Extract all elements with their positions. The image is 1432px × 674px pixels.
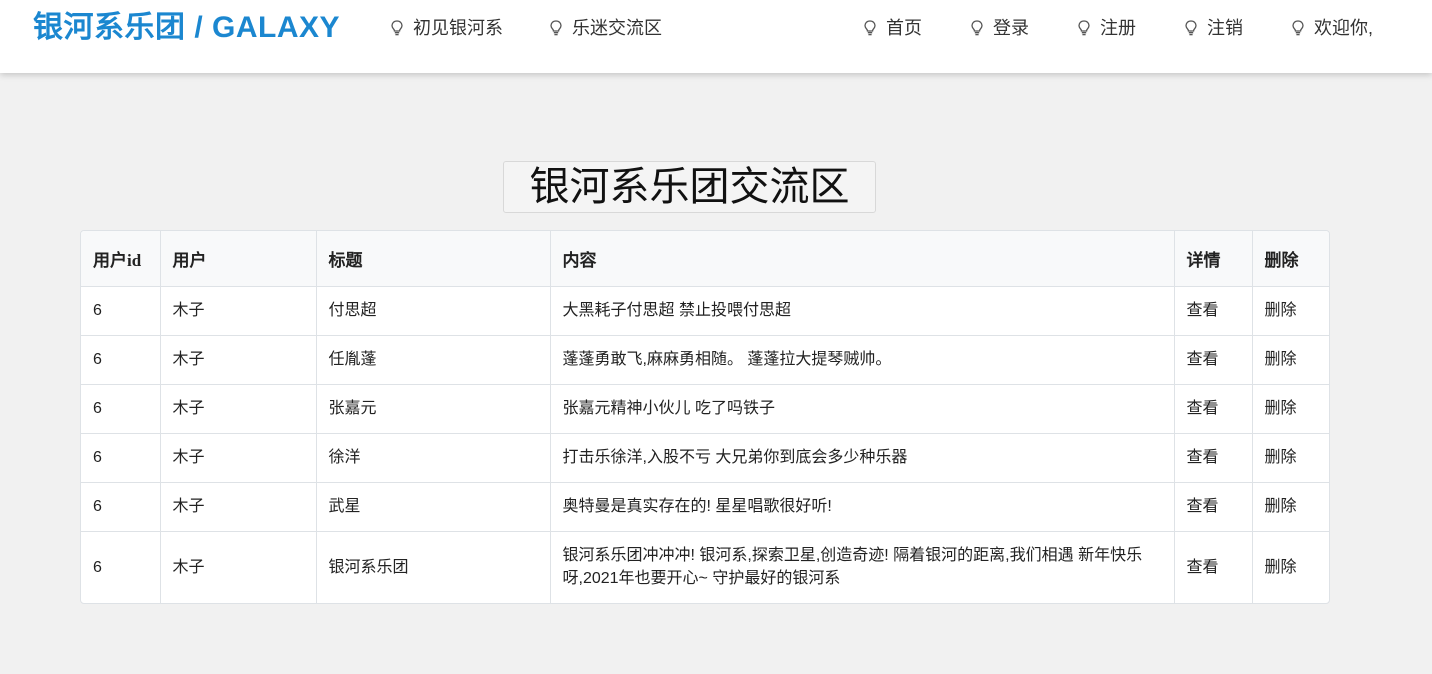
view-details-link[interactable]: 查看 [1174, 335, 1253, 385]
posts-table: 用户id 用户 标题 内容 详情 删除 6 木子 付思超 大黑耗子付思超 禁止投… [80, 230, 1330, 604]
table-row: 6 木子 银河系乐团 银河系乐团冲冲冲! 银河系,探索卫星,创造奇迹! 隔着银河… [81, 531, 1329, 603]
cell-content: 打击乐徐洋,入股不亏 大兄弟你到底会多少种乐器 [550, 433, 1175, 483]
cell-content: 蓬蓬勇敢飞,麻麻勇相随。 蓬蓬拉大提琴贼帅。 [550, 335, 1175, 385]
table-row: 6 木子 武星 奥特曼是真实存在的! 星星唱歌很好听! 查看 删除 [81, 482, 1329, 532]
delete-link[interactable]: 删除 [1252, 482, 1329, 532]
cell-user-id: 6 [81, 531, 161, 603]
nav-item-label: 乐迷交流区 [572, 18, 662, 38]
cell-content: 奥特曼是真实存在的! 星星唱歌很好听! [550, 482, 1175, 532]
delete-link[interactable]: 删除 [1252, 531, 1329, 603]
table-row: 6 木子 徐洋 打击乐徐洋,入股不亏 大兄弟你到底会多少种乐器 查看 删除 [81, 433, 1329, 483]
nav-item-register[interactable]: 注册 [1078, 16, 1136, 40]
cell-content: 银河系乐团冲冲冲! 银河系,探索卫星,创造奇迹! 隔着银河的距离,我们相遇 新年… [550, 531, 1175, 603]
delete-link[interactable]: 删除 [1252, 384, 1329, 434]
view-details-link[interactable]: 查看 [1174, 384, 1253, 434]
lightbulb-icon [550, 20, 562, 36]
top-navbar: 银河系乐团 / GALAXY 初见银河系 乐迷交流区 首页 登录 注册 注销 欢… [0, 0, 1432, 73]
column-header-title: 标题 [316, 231, 551, 287]
table-row: 6 木子 付思超 大黑耗子付思超 禁止投喂付思超 查看 删除 [81, 286, 1329, 336]
delete-link[interactable]: 删除 [1252, 286, 1329, 336]
cell-user-id: 6 [81, 286, 161, 336]
nav-item-label: 注销 [1207, 18, 1243, 38]
nav-item-forum[interactable]: 乐迷交流区 [550, 16, 662, 40]
delete-link[interactable]: 删除 [1252, 335, 1329, 385]
nav-item-label: 首页 [886, 18, 922, 38]
table-header-row: 用户id 用户 标题 内容 详情 删除 [81, 231, 1329, 287]
view-details-link[interactable]: 查看 [1174, 286, 1253, 336]
lightbulb-icon [1078, 20, 1090, 36]
cell-user: 木子 [160, 335, 317, 385]
cell-content: 大黑耗子付思超 禁止投喂付思超 [550, 286, 1175, 336]
table-row: 6 木子 张嘉元 张嘉元精神小伙儿 吃了吗铁子 查看 删除 [81, 384, 1329, 434]
lightbulb-icon [864, 20, 876, 36]
cell-user: 木子 [160, 384, 317, 434]
lightbulb-icon [1292, 20, 1304, 36]
column-header-content: 内容 [550, 231, 1175, 287]
view-details-link[interactable]: 查看 [1174, 531, 1253, 603]
nav-item-logout[interactable]: 注销 [1185, 16, 1243, 40]
column-header-details: 详情 [1174, 231, 1253, 287]
nav-item-label: 初见银河系 [413, 18, 503, 38]
nav-item-label: 注册 [1100, 18, 1136, 38]
cell-title: 徐洋 [316, 433, 551, 483]
nav-item-login[interactable]: 登录 [971, 16, 1029, 40]
view-details-link[interactable]: 查看 [1174, 433, 1253, 483]
nav-item-label: 登录 [993, 18, 1029, 38]
nav-item-intro[interactable]: 初见银河系 [391, 16, 503, 40]
cell-title: 武星 [316, 482, 551, 532]
cell-user: 木子 [160, 531, 317, 603]
lightbulb-icon [391, 20, 403, 36]
nav-item-label: 欢迎你, [1314, 18, 1374, 38]
cell-user-id: 6 [81, 335, 161, 385]
site-brand[interactable]: 银河系乐团 / GALAXY [33, 9, 340, 47]
cell-content: 张嘉元精神小伙儿 吃了吗铁子 [550, 384, 1175, 434]
delete-link[interactable]: 删除 [1252, 433, 1329, 483]
cell-title: 张嘉元 [316, 384, 551, 434]
nav-item-home[interactable]: 首页 [864, 16, 922, 40]
column-header-user: 用户 [160, 231, 317, 287]
cell-user: 木子 [160, 286, 317, 336]
view-details-link[interactable]: 查看 [1174, 482, 1253, 532]
table-row: 6 木子 任胤蓬 蓬蓬勇敢飞,麻麻勇相随。 蓬蓬拉大提琴贼帅。 查看 删除 [81, 335, 1329, 385]
cell-title: 付思超 [316, 286, 551, 336]
column-header-user-id: 用户id [81, 231, 161, 287]
lightbulb-icon [1185, 20, 1197, 36]
lightbulb-icon [971, 20, 983, 36]
cell-user: 木子 [160, 433, 317, 483]
cell-user-id: 6 [81, 433, 161, 483]
page-title: 银河系乐团交流区 [503, 161, 876, 213]
cell-title: 任胤蓬 [316, 335, 551, 385]
cell-user-id: 6 [81, 384, 161, 434]
column-header-delete: 删除 [1252, 231, 1329, 287]
cell-user-id: 6 [81, 482, 161, 532]
cell-title: 银河系乐团 [316, 531, 551, 603]
cell-user: 木子 [160, 482, 317, 532]
nav-item-welcome[interactable]: 欢迎你, [1292, 16, 1373, 40]
